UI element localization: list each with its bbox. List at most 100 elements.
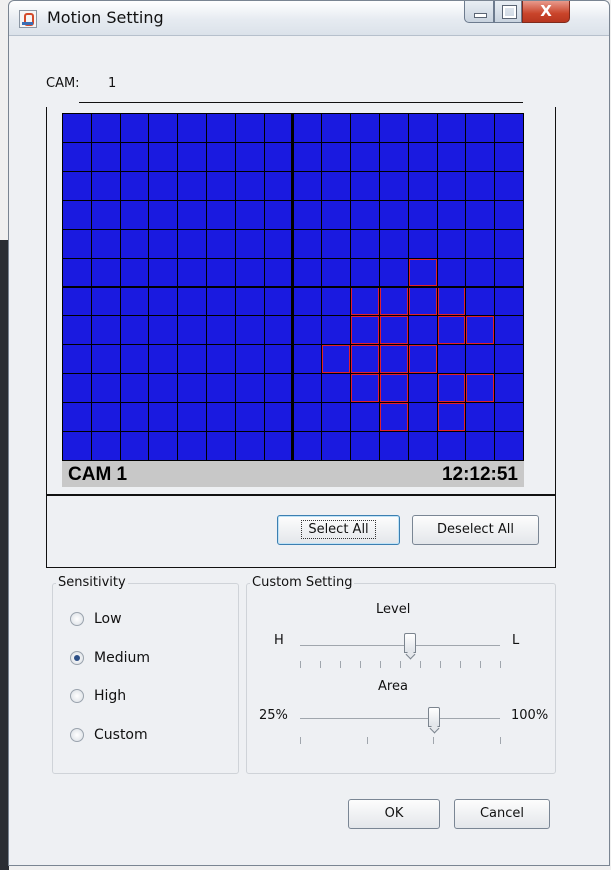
grid-cell[interactable] — [120, 345, 149, 374]
area-slider-track[interactable] — [300, 718, 500, 719]
grid-cell[interactable] — [264, 114, 293, 142]
grid-cell[interactable] — [91, 171, 120, 200]
grid-cell[interactable] — [63, 316, 91, 345]
grid-cell[interactable] — [63, 403, 91, 432]
grid-cell[interactable] — [293, 374, 322, 403]
grid-cell[interactable] — [207, 432, 235, 460]
grid-cell[interactable] — [178, 142, 207, 171]
grid-cell[interactable] — [379, 142, 408, 171]
grid-cell[interactable] — [437, 114, 466, 142]
grid-cell[interactable] — [437, 229, 466, 258]
grid-cell[interactable] — [178, 258, 207, 287]
grid-cell[interactable] — [437, 403, 466, 432]
ok-button[interactable]: OK — [348, 799, 440, 829]
grid-cell[interactable] — [178, 432, 207, 460]
grid-cell[interactable] — [120, 432, 149, 460]
grid-cell[interactable] — [495, 374, 523, 403]
grid-cell[interactable] — [149, 114, 178, 142]
grid-cell[interactable] — [235, 200, 264, 229]
grid-cell[interactable] — [379, 114, 408, 142]
grid-cell[interactable] — [178, 345, 207, 374]
grid-cell[interactable] — [120, 171, 149, 200]
grid-cell[interactable] — [408, 258, 437, 287]
grid-cell[interactable] — [207, 403, 235, 432]
grid-cell[interactable] — [264, 374, 293, 403]
grid-cell[interactable] — [322, 432, 351, 460]
grid-cell[interactable] — [322, 142, 351, 171]
grid-cell[interactable] — [495, 316, 523, 345]
grid-cell[interactable] — [207, 287, 235, 316]
grid-cell[interactable] — [351, 374, 379, 403]
grid-cell[interactable] — [322, 374, 351, 403]
grid-cell[interactable] — [437, 142, 466, 171]
grid-cell[interactable] — [149, 403, 178, 432]
grid-cell[interactable] — [322, 345, 351, 374]
close-button[interactable]: X — [522, 1, 570, 23]
grid-cell[interactable] — [495, 114, 523, 142]
grid-cell[interactable] — [351, 229, 379, 258]
radio-medium-indicator[interactable] — [70, 651, 84, 665]
grid-cell[interactable] — [408, 316, 437, 345]
grid-cell[interactable] — [235, 316, 264, 345]
radio-medium-label[interactable]: Medium — [94, 650, 150, 666]
grid-cell[interactable] — [379, 316, 408, 345]
grid-cell[interactable] — [149, 432, 178, 460]
radio-high-label[interactable]: High — [94, 688, 126, 704]
grid-cell[interactable] — [322, 316, 351, 345]
grid-cell[interactable] — [351, 258, 379, 287]
grid-cell[interactable] — [178, 287, 207, 316]
grid-cell[interactable] — [293, 287, 322, 316]
grid-cell[interactable] — [63, 287, 91, 316]
grid-cell[interactable] — [293, 200, 322, 229]
grid-cell[interactable] — [322, 114, 351, 142]
grid-cell[interactable] — [63, 142, 91, 171]
grid-cell[interactable] — [293, 403, 322, 432]
grid-cell[interactable] — [207, 316, 235, 345]
grid-cell[interactable] — [379, 200, 408, 229]
grid-cell[interactable] — [322, 200, 351, 229]
grid-cell[interactable] — [351, 316, 379, 345]
grid-cell[interactable] — [235, 403, 264, 432]
grid-cell[interactable] — [495, 171, 523, 200]
grid-cell[interactable] — [149, 171, 178, 200]
grid-cell[interactable] — [495, 200, 523, 229]
grid-cell[interactable] — [149, 374, 178, 403]
title-bar[interactable]: Motion Setting X — [9, 1, 609, 36]
grid-cell[interactable] — [293, 432, 322, 460]
grid-cell[interactable] — [495, 229, 523, 258]
grid-cell[interactable] — [63, 432, 91, 460]
grid-cell[interactable] — [207, 171, 235, 200]
grid-cell[interactable] — [293, 258, 322, 287]
grid-cell[interactable] — [235, 345, 264, 374]
grid-cell[interactable] — [91, 200, 120, 229]
grid-cell[interactable] — [235, 258, 264, 287]
grid-cell[interactable] — [379, 374, 408, 403]
grid-cell[interactable] — [207, 142, 235, 171]
grid-cell[interactable] — [379, 403, 408, 432]
grid-cell[interactable] — [207, 114, 235, 142]
grid-cell[interactable] — [322, 287, 351, 316]
level-slider-thumb[interactable] — [404, 633, 416, 653]
grid-cell[interactable] — [264, 258, 293, 287]
grid-cell[interactable] — [437, 287, 466, 316]
grid-cell[interactable] — [63, 345, 91, 374]
grid-cell[interactable] — [495, 403, 523, 432]
grid-cell[interactable] — [408, 345, 437, 374]
grid-cell[interactable] — [63, 171, 91, 200]
grid-cell[interactable] — [322, 229, 351, 258]
grid-cell[interactable] — [235, 171, 264, 200]
grid-cell[interactable] — [264, 171, 293, 200]
grid-cell[interactable] — [207, 229, 235, 258]
grid-cell[interactable] — [149, 258, 178, 287]
grid-cell[interactable] — [120, 287, 149, 316]
grid-cell[interactable] — [207, 345, 235, 374]
grid-cell[interactable] — [178, 403, 207, 432]
grid-cell[interactable] — [91, 403, 120, 432]
grid-cell[interactable] — [466, 258, 495, 287]
grid-cell[interactable] — [322, 258, 351, 287]
grid-cell[interactable] — [437, 171, 466, 200]
grid-cell[interactable] — [91, 142, 120, 171]
grid-cell[interactable] — [495, 287, 523, 316]
grid-cell[interactable] — [293, 316, 322, 345]
grid-cell[interactable] — [293, 142, 322, 171]
